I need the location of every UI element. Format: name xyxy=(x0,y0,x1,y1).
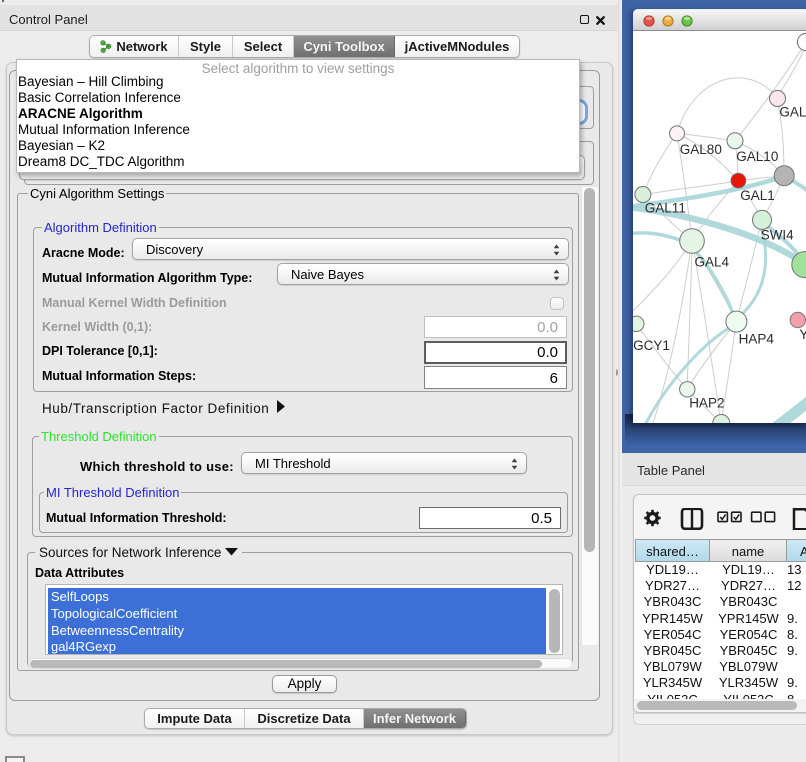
svg-text:GAL10: GAL10 xyxy=(736,149,778,164)
svg-text:GAL4: GAL4 xyxy=(695,255,730,270)
svg-text:Y: Y xyxy=(799,327,806,342)
svg-text:GCY1: GCY1 xyxy=(633,338,670,353)
svg-text:HAP2: HAP2 xyxy=(689,395,724,410)
svg-text:GAL11: GAL11 xyxy=(645,201,686,216)
svg-text:GAL1: GAL1 xyxy=(740,188,775,203)
svg-text:GAL80: GAL80 xyxy=(680,142,722,157)
svg-text:SWI4: SWI4 xyxy=(761,228,794,243)
svg-text:GAL2: GAL2 xyxy=(779,105,806,120)
svg-text:HAP4: HAP4 xyxy=(739,331,775,346)
